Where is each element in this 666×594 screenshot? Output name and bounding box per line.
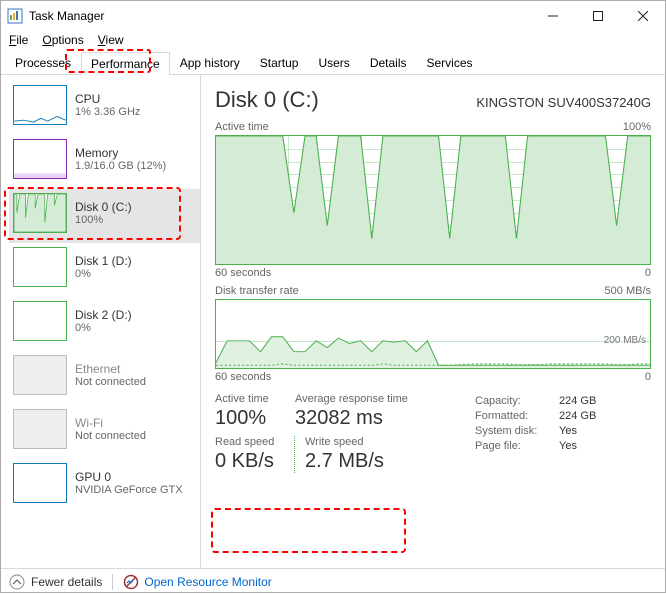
stat-active-val: 100% — [215, 407, 295, 430]
side-eth-sub: Not connected — [75, 376, 146, 388]
side-disk0-title: Disk 0 (C:) — [75, 200, 132, 214]
tab-users[interactable]: Users — [308, 51, 359, 74]
tab-services[interactable]: Services — [417, 51, 483, 74]
side-disk0-sub: 100% — [75, 214, 132, 226]
pg-v: Yes — [559, 440, 577, 452]
sys-v: Yes — [559, 425, 577, 437]
sidebar-item-wifi[interactable]: Wi-FiNot connected — [9, 405, 200, 459]
detail-model: KINGSTON SUV400S37240G — [476, 95, 651, 110]
highlight-read-write-speed — [211, 508, 406, 553]
x-right-2: 0 — [645, 371, 651, 383]
tab-performance[interactable]: Performance — [81, 52, 170, 75]
stat-resp-val: 32082 ms — [295, 407, 455, 430]
tab-processes[interactable]: Processes — [5, 51, 81, 74]
detail-title: Disk 0 (C:) — [215, 87, 319, 113]
stat-write-lbl: Write speed — [305, 436, 405, 448]
side-gpu-title: GPU 0 — [75, 470, 183, 484]
orm-label: Open Resource Monitor — [144, 575, 271, 589]
resource-monitor-icon — [123, 574, 139, 590]
app-icon — [7, 8, 23, 24]
menu-view[interactable]: View — [94, 31, 132, 51]
maximize-button[interactable] — [575, 1, 620, 31]
x-left-2: 60 seconds — [215, 371, 271, 383]
side-memory-sub: 1.9/16.0 GB (12%) — [75, 160, 166, 172]
sidebar-item-gpu0[interactable]: GPU 0NVIDIA GeForce GTX — [9, 459, 200, 513]
stat-read-lbl: Read speed — [215, 436, 288, 448]
menu-file[interactable]: File — [5, 31, 36, 51]
tab-strip: Processes Performance App history Startu… — [1, 51, 665, 75]
cap-k: Capacity: — [475, 395, 547, 407]
transfer-label: Disk transfer rate — [215, 285, 299, 297]
active-time-max: 100% — [623, 121, 651, 133]
tab-startup[interactable]: Startup — [250, 51, 309, 74]
side-eth-title: Ethernet — [75, 362, 146, 376]
minimize-button[interactable] — [530, 1, 575, 31]
stat-active-lbl: Active time — [215, 393, 295, 405]
active-time-label: Active time — [215, 121, 269, 133]
sidebar-item-disk1[interactable]: Disk 1 (D:)0% — [9, 243, 200, 297]
side-disk1-title: Disk 1 (D:) — [75, 254, 132, 268]
x-right-1: 0 — [645, 267, 651, 279]
pg-k: Page file: — [475, 440, 547, 452]
sidebar-item-cpu[interactable]: CPU1% 3.36 GHz — [9, 81, 200, 135]
close-button[interactable] — [620, 1, 665, 31]
fmt-k: Formatted: — [475, 410, 547, 422]
transfer-rate-chart: 200 MB/s — [215, 299, 651, 369]
side-cpu-sub: 1% 3.36 GHz — [75, 106, 140, 118]
side-cpu-title: CPU — [75, 92, 140, 106]
side-memory-title: Memory — [75, 146, 166, 160]
side-disk1-sub: 0% — [75, 268, 132, 280]
cap-v: 224 GB — [559, 395, 596, 407]
sidebar: CPU1% 3.36 GHz Memory1.9/16.0 GB (12%) D… — [1, 75, 201, 568]
transfer-max: 500 MB/s — [605, 285, 651, 297]
stat-write-val: 2.7 MB/s — [305, 450, 405, 473]
fmt-v: 224 GB — [559, 410, 596, 422]
detail-pane: Disk 0 (C:) KINGSTON SUV400S37240G Activ… — [201, 75, 665, 568]
sidebar-item-disk0[interactable]: Disk 0 (C:)100% — [9, 189, 200, 243]
tab-details[interactable]: Details — [360, 51, 417, 74]
open-resource-monitor-link[interactable]: Open Resource Monitor — [123, 574, 271, 590]
active-time-chart — [215, 135, 651, 265]
fewer-details-label: Fewer details — [31, 575, 102, 589]
tab-apphistory[interactable]: App history — [170, 51, 250, 74]
sidebar-item-memory[interactable]: Memory1.9/16.0 GB (12%) — [9, 135, 200, 189]
menu-options[interactable]: Options — [38, 31, 91, 51]
sidebar-item-ethernet[interactable]: EthernetNot connected — [9, 351, 200, 405]
chevron-up-icon — [9, 574, 25, 590]
footer-divider — [112, 574, 113, 590]
stat-resp-lbl: Average response time — [295, 393, 455, 405]
side-disk2-sub: 0% — [75, 322, 132, 334]
menu-bar: File Options View — [1, 31, 665, 51]
sys-k: System disk: — [475, 425, 547, 437]
side-disk2-title: Disk 2 (D:) — [75, 308, 132, 322]
stat-read-val: 0 KB/s — [215, 450, 288, 473]
x-left-1: 60 seconds — [215, 267, 271, 279]
window-titlebar: Task Manager — [1, 1, 665, 31]
window-title: Task Manager — [29, 9, 530, 23]
side-gpu-sub: NVIDIA GeForce GTX — [75, 484, 183, 496]
sidebar-item-disk2[interactable]: Disk 2 (D:)0% — [9, 297, 200, 351]
side-wifi-sub: Not connected — [75, 430, 146, 442]
footer: Fewer details Open Resource Monitor — [1, 568, 665, 594]
fewer-details-button[interactable]: Fewer details — [9, 574, 102, 590]
side-wifi-title: Wi-Fi — [75, 416, 146, 430]
